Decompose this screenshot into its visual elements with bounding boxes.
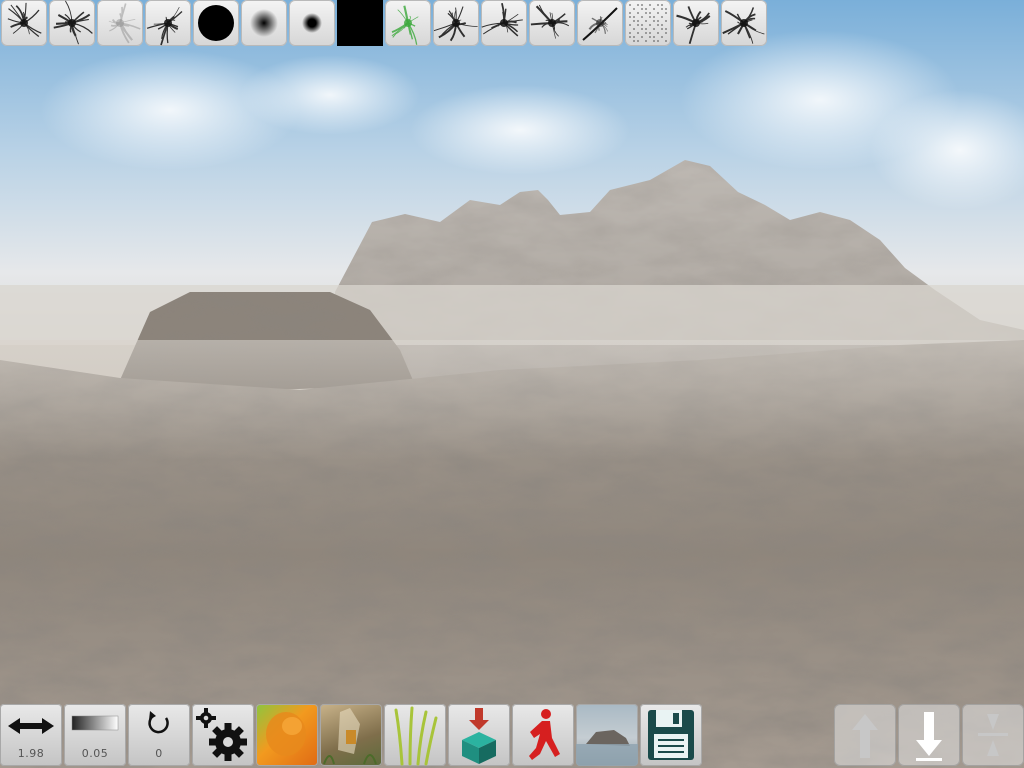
brush-4-button[interactable]	[145, 0, 191, 46]
grass-icon	[394, 706, 438, 766]
brush-size-control[interactable]: 1.98	[0, 704, 62, 766]
brush-11-button[interactable]	[481, 0, 527, 46]
streak-brush-icon	[582, 7, 618, 41]
terrain-viewport[interactable]	[0, 0, 1024, 768]
splatter-brush-icon	[530, 4, 570, 39]
water-terrain-button[interactable]	[576, 704, 638, 766]
grass-button[interactable]	[384, 704, 446, 766]
raise-terrain-button[interactable]	[834, 704, 896, 766]
walk-mode-button[interactable]	[512, 704, 574, 766]
splatter-brush-icon	[433, 6, 478, 42]
brush-16-button[interactable]	[721, 0, 767, 46]
splatter-brush-icon	[481, 2, 523, 37]
brush-7-button[interactable]	[289, 0, 335, 46]
brush-2-button[interactable]	[49, 0, 95, 46]
brush-size-value: 1.98	[17, 747, 45, 760]
brush-13-button[interactable]	[577, 0, 623, 46]
vegetation-texture-button[interactable]	[320, 704, 382, 766]
bottom-toolbar: 1.98 0.05 0	[0, 704, 704, 768]
brush-opacity-value: 0.05	[81, 747, 109, 760]
brush-5-button[interactable]	[193, 0, 239, 46]
place-object-button[interactable]	[448, 704, 510, 766]
island-preview-icon	[576, 730, 638, 766]
splatter-brush-icon	[7, 2, 42, 38]
brush-opacity-control[interactable]: 0.05	[64, 704, 126, 766]
texture-swatch-icon	[266, 712, 306, 756]
arrow-up-icon	[852, 714, 878, 758]
brush-15-button[interactable]	[673, 0, 719, 46]
brush-14-button[interactable]	[625, 0, 671, 46]
brush-8-button[interactable]	[337, 0, 383, 46]
brush-3-button[interactable]	[97, 0, 143, 46]
soft-round-brush-icon	[250, 9, 278, 37]
splatter-brush-icon	[53, 0, 93, 45]
flatten-terrain-button[interactable]	[962, 704, 1024, 766]
splatter-brush-icon	[146, 6, 183, 46]
texture-paint-button[interactable]	[256, 704, 318, 766]
brush-rotation-value: 0	[155, 747, 163, 760]
brush-rotation-control[interactable]: 0	[128, 704, 190, 766]
small-round-brush-icon	[302, 13, 322, 33]
save-button[interactable]	[640, 704, 702, 766]
hard-round-brush-icon	[198, 5, 234, 41]
brush-1-button[interactable]	[1, 0, 47, 46]
spawn-cube-icon	[462, 708, 496, 764]
brush-12-button[interactable]	[529, 0, 575, 46]
splatter-brush-icon	[676, 6, 711, 45]
bottle-grass-icon	[323, 708, 377, 765]
brush-6-button[interactable]	[241, 0, 287, 46]
lower-terrain-button[interactable]	[898, 704, 960, 766]
green-splatter-brush-icon	[391, 5, 419, 45]
splatter-brush-icon	[722, 7, 765, 44]
arrow-down-icon	[916, 712, 942, 761]
flatten-arrows-icon	[978, 714, 1008, 756]
settings-gears-icon	[196, 708, 247, 761]
settings-button[interactable]	[192, 704, 254, 766]
brush-palette	[0, 0, 768, 48]
brush-10-button[interactable]	[433, 0, 479, 46]
walking-person-icon	[529, 709, 560, 760]
terrain-height-controls	[832, 704, 1024, 768]
brush-9-button[interactable]	[385, 0, 431, 46]
noise-brush-icon	[629, 4, 667, 42]
floppy-disk-icon	[648, 710, 694, 760]
solid-square-brush-icon	[337, 0, 383, 46]
faint-splatter-brush-icon	[108, 3, 141, 44]
